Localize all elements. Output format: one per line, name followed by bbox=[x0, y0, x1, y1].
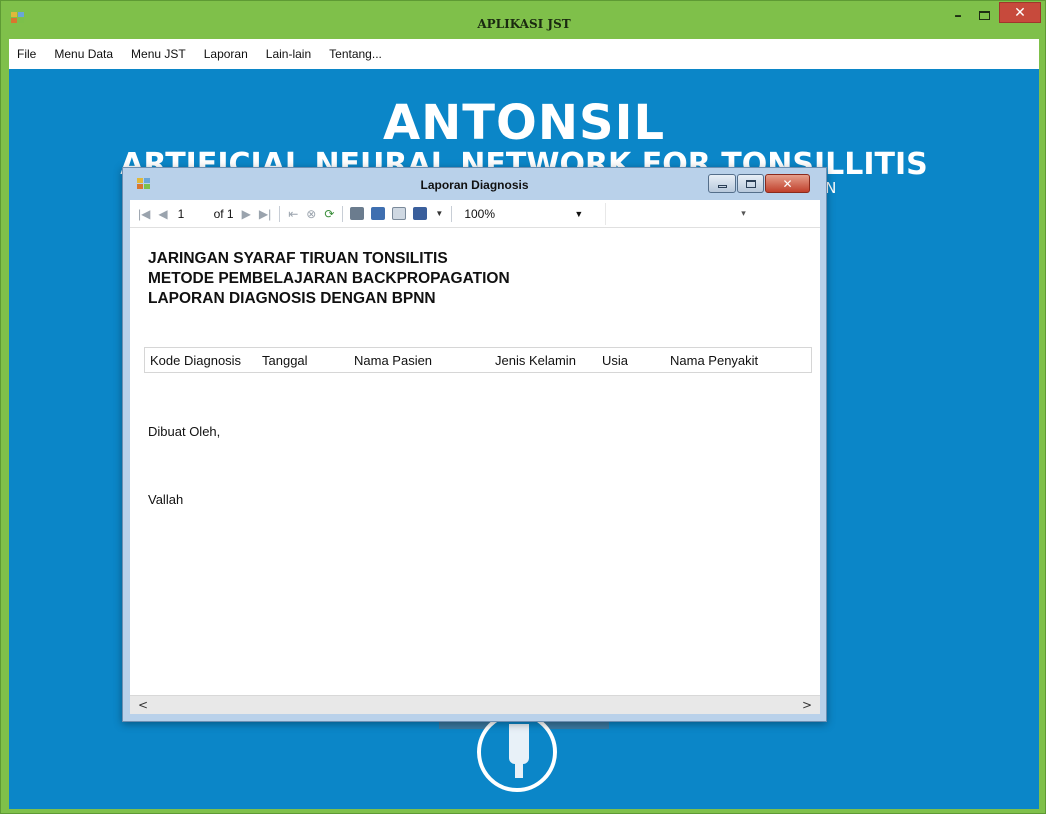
column-header-nama-pasien: Nama Pasien bbox=[354, 353, 433, 368]
scroll-left-icon[interactable]: < bbox=[138, 698, 148, 712]
menu-bar: File Menu Data Menu JST Laporan Lain-lai… bbox=[9, 39, 1039, 69]
scroll-right-icon[interactable]: > bbox=[802, 698, 812, 712]
minimize-icon bbox=[717, 185, 727, 188]
zoom-select[interactable]: 100% bbox=[464, 207, 574, 221]
menu-file[interactable]: File bbox=[17, 47, 36, 61]
column-header-kode-diagnosis: Kode Diagnosis bbox=[150, 353, 242, 368]
signer-name: Vallah bbox=[148, 492, 184, 507]
page-number-input[interactable]: 1 bbox=[178, 207, 208, 221]
menu-jst[interactable]: Menu JST bbox=[131, 47, 186, 61]
report-close-button[interactable]: ✕ bbox=[765, 174, 810, 193]
print-layout-icon[interactable] bbox=[371, 207, 386, 220]
refresh-icon[interactable]: ⟳ bbox=[324, 207, 334, 221]
report-maximize-button[interactable] bbox=[737, 174, 764, 193]
column-header-tanggal: Tanggal bbox=[262, 353, 308, 368]
toolbar-separator bbox=[342, 205, 344, 222]
toolbar-separator bbox=[451, 205, 453, 222]
report-heading-line: LAPORAN DIAGNOSIS DENGAN BPNN bbox=[148, 290, 436, 307]
find-text-input[interactable] bbox=[605, 202, 735, 225]
menu-data[interactable]: Menu Data bbox=[54, 47, 113, 61]
toolbar-overflow-icon[interactable]: ▾ bbox=[741, 208, 746, 219]
report-heading-line: METODE PEMBELAJARAN BACKPROPAGATION bbox=[148, 270, 510, 287]
main-window-title: APLIKASI JST bbox=[477, 17, 571, 31]
stop-icon[interactable]: ⊗ bbox=[306, 207, 316, 221]
column-header-usia: Usia bbox=[602, 353, 629, 368]
maximize-icon bbox=[978, 10, 990, 20]
brand-title: ANTONSIL bbox=[382, 95, 666, 151]
report-heading-line: JARINGAN SYARAF TIRUAN TONSILITIS bbox=[148, 250, 448, 267]
chevron-down-icon[interactable]: ▼ bbox=[435, 209, 443, 218]
maximize-button[interactable] bbox=[973, 5, 995, 25]
main-window: APLIKASI JST – ✕ File Menu Data Menu JST… bbox=[0, 0, 1046, 814]
report-table-header: Kode Diagnosis Tanggal Nama Pasien Jenis… bbox=[144, 347, 812, 373]
menu-laporan[interactable]: Laporan bbox=[204, 47, 248, 61]
page-count: of 1 bbox=[213, 206, 234, 221]
first-page-icon[interactable]: |◀ bbox=[138, 207, 150, 221]
menu-tentang[interactable]: Tentang... bbox=[329, 47, 382, 61]
last-page-icon[interactable]: ▶| bbox=[259, 207, 271, 221]
toolbar-separator bbox=[279, 205, 281, 222]
zoom-dropdown-icon[interactable]: ▼ bbox=[574, 209, 583, 219]
page-setup-icon[interactable] bbox=[392, 207, 407, 220]
report-minimize-button[interactable] bbox=[708, 174, 736, 193]
print-icon[interactable] bbox=[350, 207, 365, 220]
export-icon[interactable] bbox=[413, 207, 428, 220]
maximize-icon bbox=[745, 179, 756, 188]
back-icon[interactable]: ⇤ bbox=[288, 207, 298, 221]
report-toolbar: |◀ ◀ 1 of 1 ▶ ▶| ⇤ ⊗ ⟳ ▼ 100% ▼ ▾ bbox=[130, 200, 820, 228]
infusion-bottle-icon bbox=[477, 712, 557, 792]
report-page: JARINGAN SYARAF TIRUAN TONSILITIS METODE… bbox=[130, 228, 820, 695]
previous-page-icon[interactable]: ◀ bbox=[158, 207, 167, 221]
column-header-jenis-kelamin: Jenis Kelamin bbox=[495, 353, 576, 368]
main-title-bar[interactable]: APLIKASI JST – ✕ bbox=[1, 1, 1046, 39]
signed-by-label: Dibuat Oleh, bbox=[148, 424, 221, 439]
report-dialog: Laporan Diagnosis ✕ |◀ ◀ 1 of 1 ▶ ▶| ⇤ ⊗… bbox=[122, 167, 827, 722]
close-button[interactable]: ✕ bbox=[999, 2, 1041, 23]
minimize-button[interactable]: – bbox=[947, 5, 969, 25]
menu-lain-lain[interactable]: Lain-lain bbox=[266, 47, 311, 61]
horizontal-scrollbar[interactable]: < > bbox=[130, 695, 820, 714]
next-page-icon[interactable]: ▶ bbox=[242, 207, 251, 221]
column-header-nama-penyakit: Nama Penyakit bbox=[670, 353, 759, 368]
